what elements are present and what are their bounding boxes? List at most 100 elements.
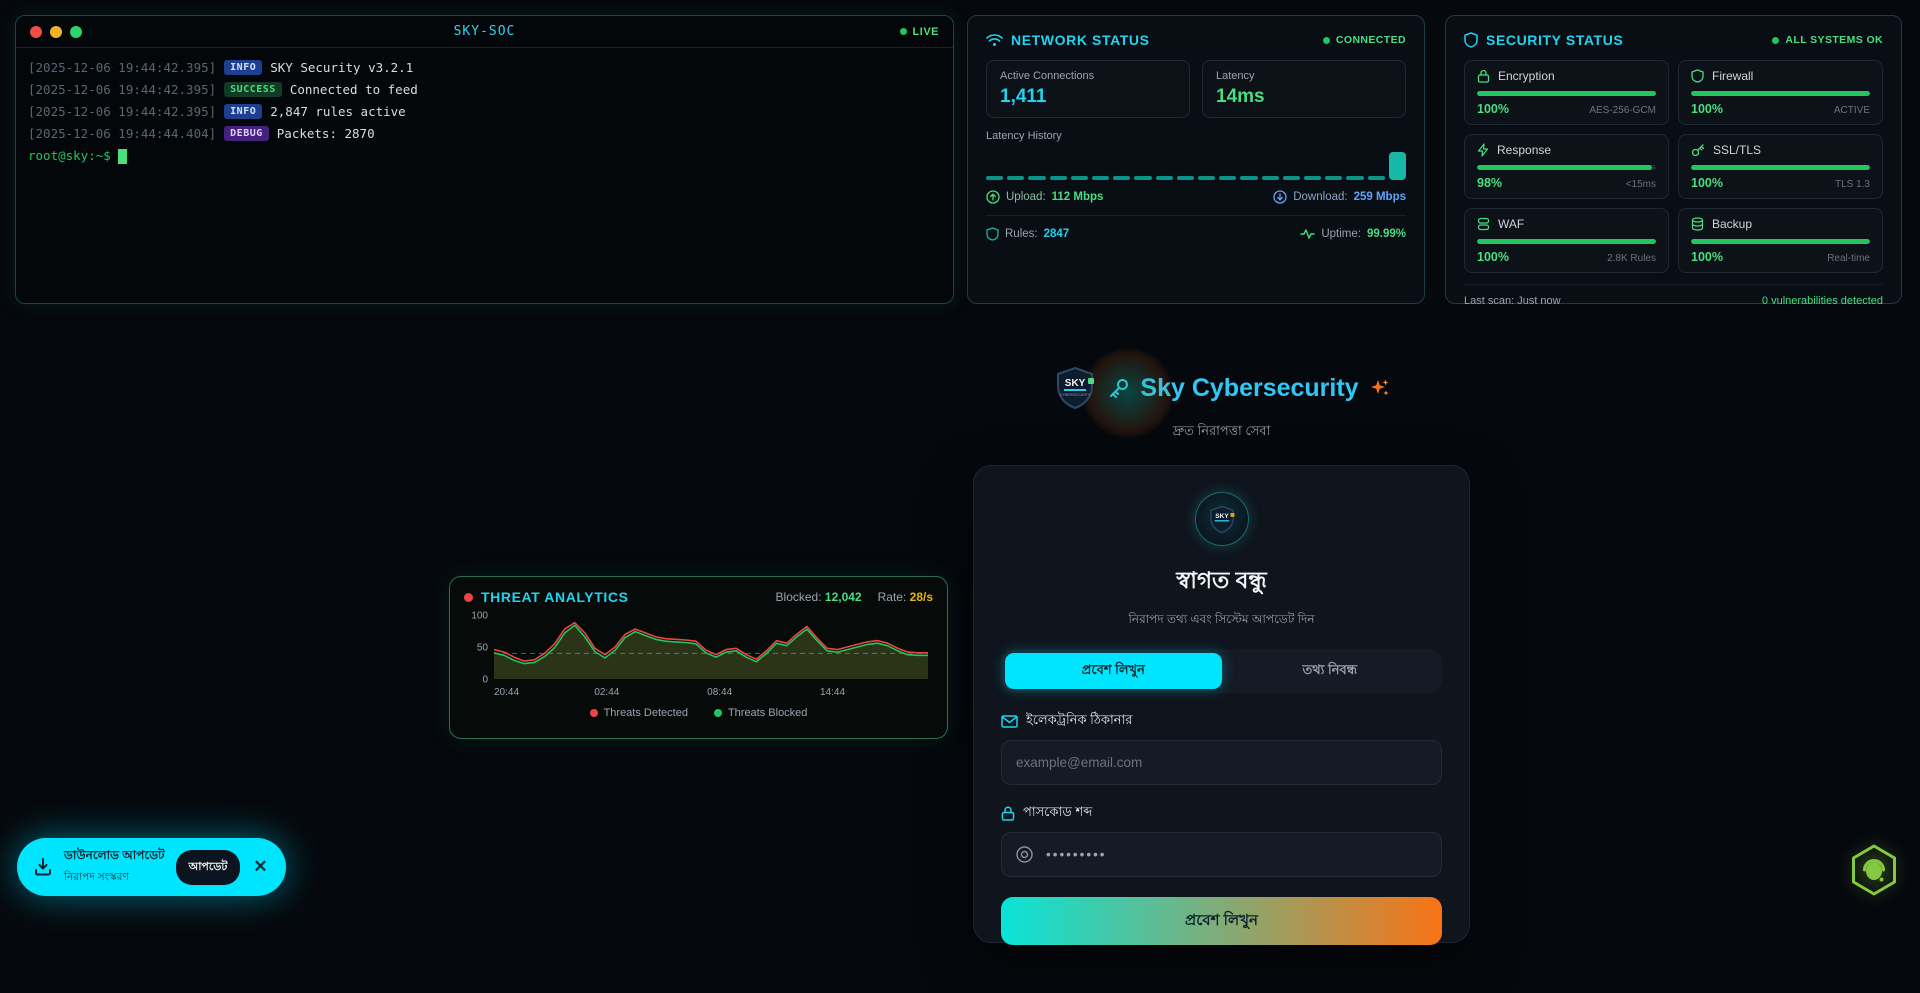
latency-bar [1389, 152, 1406, 180]
log-level-badge: DEBUG [224, 126, 269, 141]
password-label: পাসকোড শব্দ [1023, 803, 1092, 824]
uptime-label: Uptime: [1321, 228, 1361, 240]
rules-stat: Rules: 2847 [986, 227, 1069, 241]
legend-label: Threats Detected [604, 707, 688, 719]
security-card-response: Response 98% <15ms [1464, 134, 1669, 199]
submit-login-button[interactable]: প্রবেশ লিখুন [1001, 897, 1442, 945]
progress-bar [1477, 91, 1656, 96]
svg-text:SKY: SKY [1065, 378, 1086, 389]
network-status-panel: NETWORK STATUS CONNECTED Active Connecti… [967, 15, 1425, 304]
security-card-detail: TLS 1.3 [1835, 179, 1870, 190]
tab-register[interactable]: তথ্য নিবন্ধ [1222, 653, 1439, 689]
last-scan-text: Last scan: Just now [1464, 295, 1561, 307]
svg-text:CYBERSECURITY: CYBERSECURITY [1060, 393, 1091, 397]
database-icon [1691, 217, 1704, 231]
upload-value: 112 Mbps [1052, 191, 1104, 203]
email-label: ইলেকট্রনিক ঠিকানার [1026, 711, 1132, 732]
update-button[interactable]: আপডেট [176, 850, 241, 885]
live-label: LIVE [913, 26, 939, 38]
uptime-value: 99.99% [1367, 228, 1406, 240]
email-field[interactable] [1001, 740, 1442, 785]
legend-item-blocked: Threats Blocked [714, 707, 807, 719]
envelope-icon [1001, 715, 1018, 728]
latency-bar [1325, 176, 1342, 180]
svg-text:0: 0 [482, 675, 488, 686]
auth-tabs: প্রবেশ লিখুন তথ্য নিবন্ধ [1001, 649, 1442, 693]
download-icon [1273, 190, 1287, 204]
svg-text:20:44: 20:44 [494, 687, 519, 698]
progress-bar [1477, 239, 1656, 244]
brand-subtitle: দ্রুত নিরাপত্তা সেবা [973, 422, 1470, 443]
security-card-name: Firewall [1712, 69, 1753, 83]
email-label-row: ইলেকট্রনিক ঠিকানার [1001, 711, 1442, 732]
svg-text:08:44: 08:44 [707, 687, 732, 698]
latency-bar [1156, 176, 1173, 180]
latency-bar [1007, 176, 1024, 180]
threat-panel-title: THREAT ANALYTICS [481, 589, 629, 605]
latency-bar [1071, 176, 1088, 180]
latency-history-chart [986, 148, 1406, 180]
log-line: [2025-12-06 19:44:42.395] SUCCESS Connec… [28, 82, 941, 97]
status-dot-icon [1323, 37, 1330, 44]
latency-history-label: Latency History [986, 130, 1406, 142]
svg-text:50: 50 [477, 643, 489, 654]
security-card-waf: WAF 100% 2.8K Rules [1464, 208, 1669, 273]
download-value: 259 Mbps [1354, 191, 1406, 203]
avatar: SKY [1195, 492, 1249, 546]
activity-icon [1300, 228, 1315, 240]
log-timestamp: [2025-12-06 19:44:44.404] [28, 126, 216, 141]
security-status-badge: ALL SYSTEMS OK [1772, 34, 1883, 46]
brand-header: SKY CYBERSECURITY Sky Cybersecurity দ্রু… [973, 366, 1470, 443]
active-connections-value: 1,411 [1000, 86, 1176, 108]
security-cards-grid: Encryption 100% AES-256-GCM Firewall 100… [1464, 60, 1883, 273]
login-title: স্বাগত বন্ধু [1001, 562, 1442, 601]
latency-bar [1028, 176, 1045, 180]
close-icon[interactable]: ✕ [251, 857, 269, 877]
terminal-title: SKY-SOC [16, 24, 953, 39]
login-subtitle: নিরাপদ তথ্য এবং সিস্টেম আপডেট দিন [1001, 611, 1442, 631]
toast-title: ডাউনলোড আপডেট [64, 847, 165, 867]
progress-bar [1691, 239, 1870, 244]
security-card-percent: 100% [1477, 102, 1509, 116]
security-status-panel: SECURITY STATUS ALL SYSTEMS OK Encryptio… [1445, 15, 1902, 304]
log-message: 2,847 rules active [270, 104, 405, 119]
terminal-prompt[interactable]: root@sky:~$ [28, 148, 941, 164]
support-chat-button[interactable] [1845, 841, 1903, 899]
latency-bar [1346, 176, 1363, 180]
log-message: SKY Security v3.2.1 [270, 60, 413, 75]
tab-login[interactable]: প্রবেশ লিখুন [1005, 653, 1222, 689]
log-timestamp: [2025-12-06 19:44:42.395] [28, 60, 216, 75]
rules-label: Rules: [1005, 228, 1038, 240]
wifi-icon [986, 33, 1003, 47]
log-line: [2025-12-06 19:44:42.395] INFO SKY Secur… [28, 60, 941, 75]
blocked-label: Blocked: [776, 590, 822, 604]
latency-bar [986, 176, 1003, 180]
download-label: Download: [1293, 191, 1347, 203]
latency-bar [1304, 176, 1321, 180]
toggle-password-visibility-icon[interactable] [1015, 845, 1034, 864]
security-card-detail: 2.8K Rules [1607, 253, 1656, 264]
log-message: Connected to feed [290, 82, 418, 97]
download-stat: Download: 259 Mbps [1273, 190, 1406, 204]
shield-icon [986, 227, 999, 241]
rate-label: Rate: [878, 590, 907, 604]
legend-label: Threats Blocked [728, 707, 807, 719]
latency-value: 14ms [1216, 86, 1392, 108]
log-line: [2025-12-06 19:44:44.404] DEBUG Packets:… [28, 126, 941, 141]
chart-legend: Threats Detected Threats Blocked [464, 707, 933, 719]
latency-card: Latency 14ms [1202, 60, 1406, 118]
security-card-percent: 98% [1477, 176, 1502, 190]
terminal-window: SKY-SOC LIVE [2025-12-06 19:44:42.395] I… [15, 15, 954, 304]
latency-bar [1113, 176, 1130, 180]
log-level-badge: SUCCESS [224, 82, 282, 97]
status-dot-icon [1772, 37, 1779, 44]
threat-chart: 05010020:4402:4408:4414:44 [464, 605, 935, 700]
terminal-cursor [118, 149, 127, 164]
lock-icon [1001, 806, 1015, 821]
rules-value: 2847 [1044, 228, 1070, 240]
security-card-detail: <15ms [1626, 179, 1656, 190]
toast-description: নিরাপদ সংস্করণ [64, 870, 165, 887]
log-level-badge: INFO [224, 60, 262, 75]
password-field[interactable] [1001, 832, 1442, 877]
svg-text:100: 100 [471, 611, 488, 622]
